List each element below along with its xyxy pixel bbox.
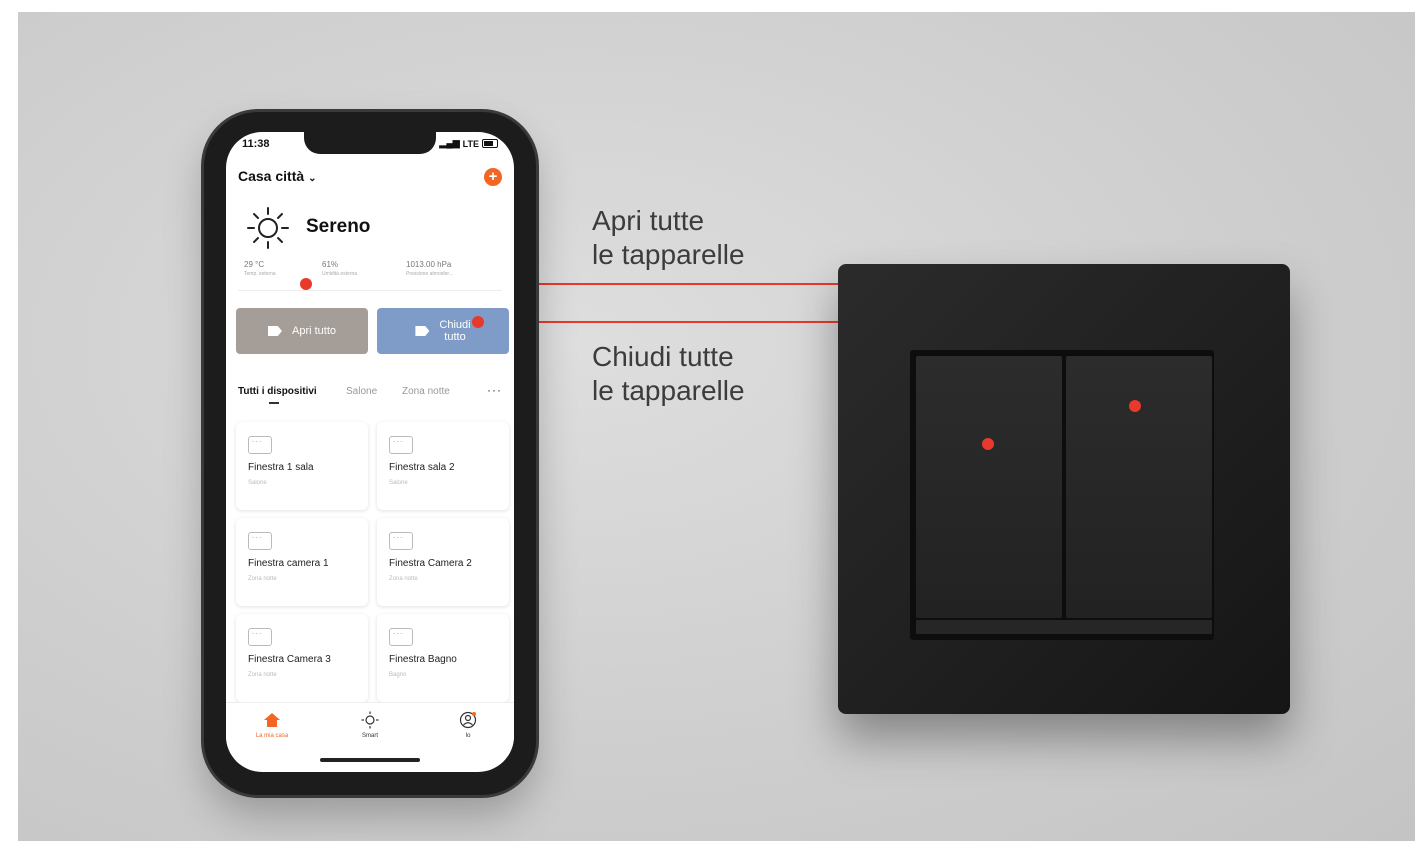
rocker-right[interactable] <box>1066 356 1212 618</box>
stat-value: 29 °C <box>244 260 265 269</box>
device-name: Finestra sala 2 <box>389 462 455 473</box>
more-tabs-button[interactable]: ··· <box>487 383 502 397</box>
device-name: Finestra 1 sala <box>248 462 314 473</box>
sun-outline-icon <box>361 711 379 729</box>
wall-switch <box>838 264 1290 714</box>
stat-temperature: 29 °C Temp. esterna <box>244 260 276 277</box>
device-name: Finestra Bagno <box>389 654 457 665</box>
caption-open-all: Apri tutte le tapparelle <box>592 205 745 270</box>
device-room: Salone <box>248 480 267 486</box>
battery-icon <box>482 139 498 148</box>
nav-home[interactable]: La mia casa <box>242 711 302 739</box>
bottom-nav: La mia casa Smart Io <box>226 702 514 755</box>
switch-mechanism <box>910 350 1214 640</box>
stat-label: Temp. esterna <box>244 271 276 277</box>
device-name: Finestra Camera 3 <box>248 654 331 665</box>
shutter-icon <box>389 436 413 454</box>
open-all-label: Apri tutto <box>291 325 337 337</box>
tab-zona-notte[interactable]: Zona notte <box>402 386 450 397</box>
device-card[interactable]: Finestra sala 2 Salone <box>377 422 509 510</box>
home-name: Casa città <box>238 168 305 184</box>
rocker-left[interactable] <box>916 356 1062 618</box>
add-device-button[interactable]: + <box>484 168 502 186</box>
signal-icon: ▂▄▆ <box>439 138 460 148</box>
weather-stats: 29 °C Temp. esterna 61% Umidità esterna … <box>244 260 496 286</box>
plus-icon: + <box>488 168 498 185</box>
device-card[interactable]: Finestra camera 1 Zona notte <box>236 518 368 606</box>
status-time: 11:38 <box>242 138 270 150</box>
device-card[interactable]: Finestra 1 sala Salone <box>236 422 368 510</box>
stat-label: Umidità esterna <box>322 271 358 277</box>
device-room: Salone <box>389 480 408 486</box>
nav-label: Smart <box>361 733 378 739</box>
home-indicator <box>320 758 420 762</box>
status-bar: 11:38 ▂▄▆ LTE <box>242 138 498 152</box>
room-tabs: Tutti i dispositivi Salone Zona notte ··… <box>238 383 502 410</box>
device-card[interactable]: Finestra Camera 3 Zona notte <box>236 614 368 702</box>
nav-profile[interactable]: Io <box>438 711 498 739</box>
weather-condition: Sereno <box>306 216 371 237</box>
status-right: ▂▄▆ LTE <box>439 138 498 149</box>
scene-background: 11:38 ▂▄▆ LTE Casa città ⌄ + Sereno 29 °… <box>18 12 1415 841</box>
device-card[interactable]: Finestra Bagno Bagno <box>377 614 509 702</box>
shutter-icon <box>248 436 272 454</box>
shutter-icon <box>248 628 272 646</box>
device-name: Finestra Camera 2 <box>389 558 472 569</box>
caption-close-all: Chiudi tutte le tapparelle <box>592 341 745 406</box>
nav-label: La mia casa <box>255 733 289 739</box>
device-name: Finestra camera 1 <box>248 558 329 569</box>
shutter-icon <box>389 532 413 550</box>
home-icon <box>264 713 280 727</box>
app-screen: 11:38 ▂▄▆ LTE Casa città ⌄ + Sereno 29 °… <box>226 132 514 772</box>
device-room: Zona notte <box>248 576 277 582</box>
tag-icon <box>415 326 430 336</box>
tag-icon <box>267 326 282 336</box>
sun-icon <box>247 207 289 249</box>
stat-value: 61% <box>322 260 339 269</box>
profile-icon <box>459 711 477 729</box>
stat-label: Pressione atmosfer... <box>406 271 453 277</box>
stat-humidity: 61% Umidità esterna <box>322 260 357 277</box>
phone-mockup: 11:38 ▂▄▆ LTE Casa città ⌄ + Sereno 29 °… <box>204 112 536 795</box>
tab-all-devices[interactable]: Tutti i dispositivi <box>238 386 317 404</box>
home-selector[interactable]: Casa città ⌄ <box>238 168 317 184</box>
nav-label: Io <box>465 733 471 739</box>
stat-pressure: 1013.00 hPa Pressione atmosfer... <box>406 260 453 277</box>
device-card[interactable]: Finestra Camera 2 Zona notte <box>377 518 509 606</box>
network-label: LTE <box>462 138 479 149</box>
divider <box>238 290 502 291</box>
device-room: Zona notte <box>248 672 277 678</box>
close-all-label: Chiudi tutto <box>439 319 471 343</box>
open-all-button[interactable]: Apri tutto <box>236 308 368 354</box>
switch-base <box>916 620 1212 634</box>
tab-salone[interactable]: Salone <box>346 386 377 397</box>
device-room: Zona notte <box>389 576 418 582</box>
stat-value: 1013.00 hPa <box>406 260 452 269</box>
chevron-down-icon: ⌄ <box>308 173 317 184</box>
shutter-icon <box>248 532 272 550</box>
close-all-button[interactable]: Chiudi tutto <box>377 308 509 354</box>
device-room: Bagno <box>389 672 407 678</box>
shutter-icon <box>389 628 413 646</box>
nav-smart[interactable]: Smart <box>340 711 400 739</box>
